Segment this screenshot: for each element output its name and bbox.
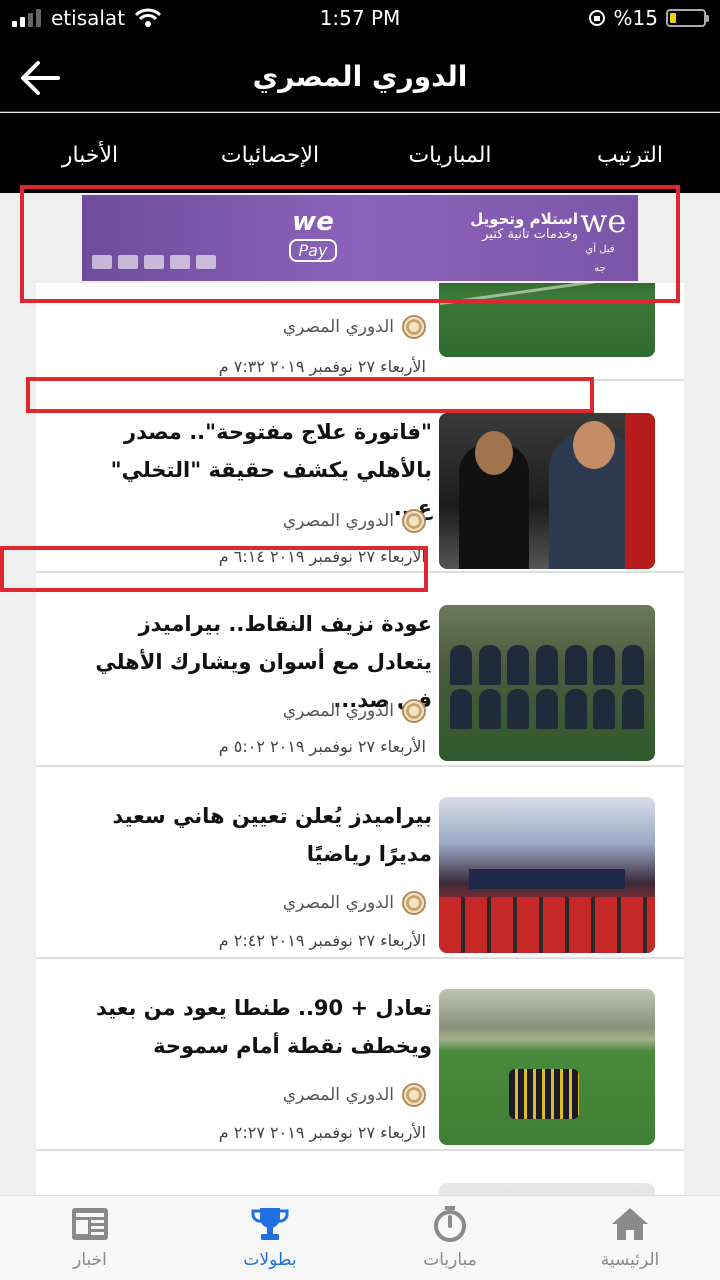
article-thumbnail[interactable]	[439, 413, 655, 569]
nav-tournaments-label: بطولات	[243, 1250, 297, 1270]
news-icon	[72, 1208, 108, 1240]
league-logo-icon	[402, 891, 426, 915]
article-source: الدوري المصري	[216, 1083, 426, 1107]
article-source: الدوري المصري	[216, 315, 426, 339]
status-bar: etisalat 1:57 PM %15	[0, 0, 720, 40]
we-pay-logo: we Pay	[278, 209, 348, 267]
we-logo: we فيل آي جه	[580, 202, 627, 274]
nav-home[interactable]: الرئيسية	[540, 1196, 720, 1280]
article-date: الأربعاء ٢٧ نوفمبر ٢٠١٩ ٥:٠٢ م	[218, 737, 426, 756]
list-item[interactable]: "فاتورة علاج مفتوحة".. مصدر بالأهلي يكشف…	[36, 381, 684, 573]
nav-news-label: اخبار	[73, 1250, 107, 1270]
stopwatch-icon	[434, 1206, 466, 1242]
article-headline[interactable]: بيراميدز يُعلن تعيين هاني سعيد مديرًا ري…	[76, 797, 432, 873]
league-logo-icon	[402, 315, 426, 339]
list-item[interactable]	[36, 1151, 684, 1195]
orientation-lock-icon	[588, 10, 605, 26]
list-item[interactable]: عودة نزيف النقاط.. بيراميدز يتعادل مع أس…	[36, 573, 684, 767]
tab-news[interactable]: الأخبار	[0, 113, 180, 193]
status-right: %15	[588, 6, 709, 30]
ad-creative[interactable]: we فيل آي جه استلام وتحويل وخدمات تانية …	[82, 195, 638, 281]
app-header: الدوري المصري	[0, 40, 720, 112]
list-item[interactable]: بيراميدز يُعلن تعيين هاني سعيد مديرًا ري…	[36, 767, 684, 959]
article-date: الأربعاء ٢٧ نوفمبر ٢٠١٩ ٢:٤٢ م	[218, 931, 426, 950]
article-thumbnail[interactable]	[439, 283, 655, 357]
article-date: الأربعاء ٢٧ نوفمبر ٢٠١٩ ٢:٢٧ م	[218, 1123, 426, 1142]
page-title: الدوري المصري	[252, 60, 468, 93]
league-logo-icon	[402, 1083, 426, 1107]
battery-percent: %15	[613, 6, 658, 30]
nav-tournaments[interactable]: بطولات	[180, 1196, 360, 1280]
news-feed[interactable]: الدوري المصري الأربعاء ٢٧ نوفمبر ٢٠١٩ ٧:…	[36, 283, 684, 1195]
article-thumbnail[interactable]	[439, 989, 655, 1145]
tab-matches[interactable]: المباريات	[360, 113, 540, 193]
article-thumbnail[interactable]	[439, 797, 655, 953]
nav-news[interactable]: اخبار	[0, 1196, 180, 1280]
article-source: الدوري المصري	[216, 509, 426, 533]
home-icon	[612, 1208, 648, 1240]
list-item[interactable]: تعادل + 90.. طنطا يعود من بعيد ويخطف نقط…	[36, 959, 684, 1151]
ad-partner-logos	[92, 255, 242, 273]
article-thumbnail[interactable]	[439, 1183, 655, 1195]
section-tabs: الترتيب المباريات الإحصائيات الأخبار	[0, 113, 720, 193]
article-source: الدوري المصري	[216, 891, 426, 915]
league-logo-icon	[402, 699, 426, 723]
article-date: الأربعاء ٢٧ نوفمبر ٢٠١٩ ٧:٣٢ م	[218, 357, 426, 376]
battery-icon	[666, 9, 709, 27]
nav-matches[interactable]: مباريات	[360, 1196, 540, 1280]
ad-copy: استلام وتحويل وخدمات تانية كتير	[470, 210, 578, 242]
league-logo-icon	[402, 509, 426, 533]
ad-banner[interactable]: we فيل آي جه استلام وتحويل وخدمات تانية …	[0, 193, 720, 283]
article-thumbnail[interactable]	[439, 605, 655, 761]
nav-home-label: الرئيسية	[600, 1250, 660, 1270]
article-source: الدوري المصري	[216, 699, 426, 723]
trophy-icon	[251, 1208, 289, 1240]
article-headline[interactable]: تعادل + 90.. طنطا يعود من بعيد ويخطف نقط…	[76, 989, 432, 1065]
bottom-nav: اخبار بطولات مباريات الرئيسية	[0, 1195, 720, 1280]
tab-statistics[interactable]: الإحصائيات	[180, 113, 360, 193]
article-date: الأربعاء ٢٧ نوفمبر ٢٠١٩ ٦:١٤ م	[218, 547, 426, 566]
nav-matches-label: مباريات	[423, 1250, 477, 1270]
tab-standings[interactable]: الترتيب	[540, 113, 720, 193]
list-item[interactable]: الدوري المصري الأربعاء ٢٧ نوفمبر ٢٠١٩ ٧:…	[36, 283, 684, 381]
